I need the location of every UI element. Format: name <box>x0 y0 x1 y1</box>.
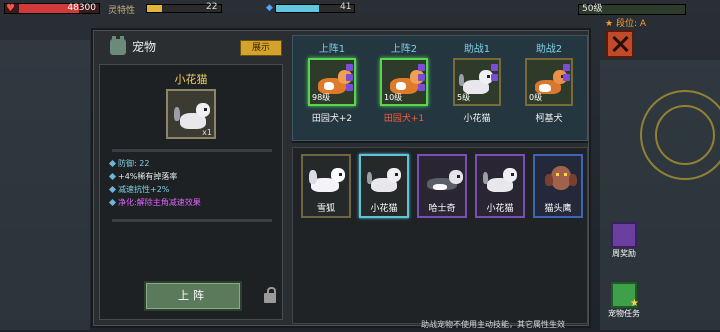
health-bar: ♥ 48300 <box>4 3 100 14</box>
close-button[interactable] <box>606 30 634 58</box>
stat-drop-rate: +4%稀有掉落率 <box>118 172 178 181</box>
slot-pet-box[interactable]: 10级 <box>380 58 428 106</box>
panel-title: 宠物 <box>132 40 157 54</box>
slot-pet-name: 田园犬+1 <box>383 114 425 124</box>
rank-text: 段位: A <box>615 19 646 29</box>
stat-line: 减速抗性+2% <box>108 183 201 196</box>
star-icon: ★ <box>630 298 639 309</box>
pet-card-name: 小花猫 <box>486 204 514 214</box>
divider <box>292 141 588 143</box>
pet-card-calico-cat-2[interactable]: 小花猫 <box>475 154 525 218</box>
panel-header: 宠物 <box>110 35 157 55</box>
skill-icon <box>418 64 425 71</box>
skill-icon <box>491 64 498 71</box>
cat-icon <box>479 158 521 198</box>
skill-icon <box>491 74 498 81</box>
slot-assist-2[interactable]: 助战2 0级 柯基犬 <box>514 40 584 136</box>
bullet-icon <box>108 172 117 181</box>
stat-slow-resist: 减速抗性+2% <box>118 185 170 194</box>
level-value: 50级 <box>582 4 603 14</box>
slot-pet-name: 柯基犬 <box>535 114 563 124</box>
skill-icon <box>418 84 425 91</box>
lock-icon[interactable] <box>264 287 276 303</box>
pet-card-name: 雪狐 <box>316 204 335 214</box>
stat-line: 防御: 22 <box>108 157 201 170</box>
skill-icon <box>563 64 570 71</box>
assist-note: 助战宠物不使用主动技能，其它属性生效 <box>421 320 565 329</box>
pet-detail-panel: 小花猫 x1 防御: 22 +4%稀有掉落率 减速抗性+2% 净化:解除主角减速… <box>99 64 283 320</box>
background-glow-ring <box>655 105 715 165</box>
pet-stats: 防御: 22 +4%稀有掉落率 减速抗性+2% 净化:解除主角减速效果 <box>108 157 201 209</box>
pet-icon <box>110 35 126 55</box>
slot-label: 助战1 <box>463 44 491 55</box>
cat-icon <box>363 158 405 198</box>
weekly-reward-label: 周奖励 <box>612 249 636 258</box>
selected-pet-name: 小花猫 <box>174 73 208 86</box>
fox-icon <box>305 158 347 198</box>
pet-card-name: 猫头鹰 <box>544 204 572 214</box>
heart-icon: ♥ <box>6 3 15 14</box>
pet-card-calico-cat[interactable]: 小花猫 <box>359 154 409 218</box>
slot-label: 助战2 <box>535 44 563 55</box>
gift-icon: ★ <box>611 282 639 309</box>
gift-box-icon <box>611 222 637 248</box>
stat-line: +4%稀有掉落率 <box>108 170 201 183</box>
bullet-icon <box>108 185 117 194</box>
level-bar: 50级 <box>578 4 686 15</box>
weekly-reward-button[interactable]: 周奖励 <box>604 222 644 259</box>
background-building <box>0 40 90 330</box>
trait-label: 灵特性 <box>108 6 136 16</box>
pet-card-snow-fox[interactable]: 雪狐 <box>301 154 351 218</box>
trait-bar-fill <box>147 5 162 12</box>
selected-pet-portrait: x1 <box>166 89 216 139</box>
divider <box>112 149 272 152</box>
husky-icon <box>421 158 463 198</box>
slot-assist-1[interactable]: 助战1 5级 小花猫 <box>442 40 512 136</box>
slot-pet-box[interactable]: 98级 <box>308 58 356 106</box>
pet-card-husky[interactable]: 哈士奇 <box>417 154 467 218</box>
slot-pet-box[interactable]: 5级 <box>453 58 501 106</box>
slot-label: 上阵2 <box>390 44 418 55</box>
bullet-icon <box>108 198 117 207</box>
skill-icon <box>346 74 353 81</box>
skill-icon <box>418 74 425 81</box>
slot-pet-name: 小花猫 <box>463 114 491 124</box>
health-value: 48300 <box>67 3 96 13</box>
preview-button[interactable]: 展示 <box>240 40 282 56</box>
stat-line: 净化:解除主角减速效果 <box>108 196 201 209</box>
stat-defense: 防御: 22 <box>118 159 150 168</box>
divider <box>112 219 272 222</box>
pet-panel: 宠物 展示 小花猫 x1 防御: 22 +4%稀有掉落率 减速抗性+2% 净化:… <box>91 28 591 328</box>
energy-icon: ◆ <box>266 3 273 13</box>
slot-level: 5级 <box>457 93 471 102</box>
top-hud: ♥ 48300 灵特性 22 ◆ 41 50级 ★ 段位: A <box>0 0 720 29</box>
pet-list: 雪狐 小花猫 哈士奇 小花猫 猫头鹰 <box>292 147 588 324</box>
skill-icon <box>563 74 570 81</box>
slot-level: 0级 <box>529 93 543 102</box>
pet-count: x1 <box>202 128 212 137</box>
slot-deploy-1[interactable]: 上阵1 98级 田园犬+2 <box>297 40 367 136</box>
stat-purify: 净化:解除主角减速效果 <box>118 198 201 207</box>
skill-icon <box>346 64 353 71</box>
slot-pet-name: 田园犬+2 <box>311 114 353 124</box>
deploy-button[interactable]: 上阵 <box>144 281 242 311</box>
bullet-icon <box>108 159 117 168</box>
owl-icon <box>537 158 579 198</box>
pet-task-label: 宠物任务 <box>608 309 640 318</box>
slot-deploy-2[interactable]: 上阵2 10级 田园犬+1 <box>369 40 439 136</box>
pet-task-button[interactable]: ★ 宠物任务 <box>604 282 644 319</box>
pet-slots: 上阵1 98级 田园犬+2 上阵2 10级 田园犬+1 助战1 5级 小花猫 助… <box>292 35 588 141</box>
skill-icon <box>346 84 353 91</box>
pet-card-name: 小花猫 <box>370 204 398 214</box>
pet-card-name: 哈士奇 <box>428 204 456 214</box>
slot-level: 10级 <box>384 93 403 102</box>
energy-bar-fill <box>276 5 319 12</box>
energy-value: 41 <box>340 2 352 12</box>
slot-level: 98级 <box>312 93 331 102</box>
pet-card-owl[interactable]: 猫头鹰 <box>533 154 583 218</box>
slot-pet-box[interactable]: 0级 <box>525 58 573 106</box>
slot-label: 上阵1 <box>318 44 346 55</box>
trait-value: 22 <box>206 2 218 12</box>
rank-label: ★ 段位: A <box>605 19 646 29</box>
